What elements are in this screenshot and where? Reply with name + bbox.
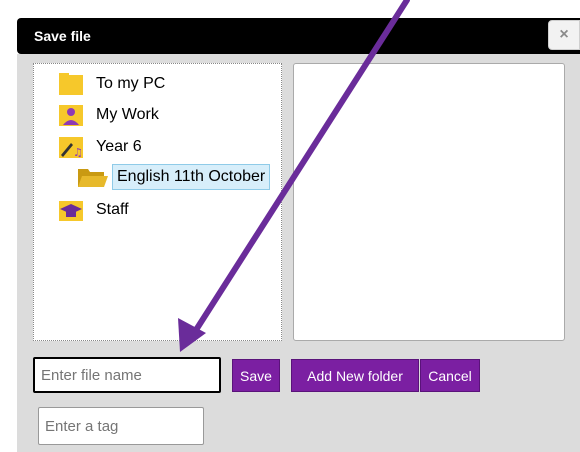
dialog-titlebar: Save file: [17, 18, 580, 54]
tree-item-label: English 11th October: [112, 164, 271, 190]
file-name-input[interactable]: [33, 357, 221, 393]
tree-item-staff[interactable]: Staff: [58, 196, 129, 224]
tree-item-label: To my PC: [96, 75, 166, 92]
tree-item-to-my-pc[interactable]: To my PC: [58, 70, 165, 98]
tree-item-label: Staff: [96, 201, 129, 218]
tree-item-my-work[interactable]: My Work: [58, 101, 159, 129]
tree-item-label: My Work: [96, 106, 159, 123]
add-new-folder-button[interactable]: Add New folder: [291, 359, 419, 392]
graduation-cap-folder-icon: [58, 198, 84, 222]
file-list-pane[interactable]: [293, 63, 565, 341]
user-folder-icon: [58, 103, 84, 127]
tree-item-label: Year 6: [96, 138, 142, 155]
tag-input[interactable]: [38, 407, 204, 445]
open-folder-icon: [76, 165, 108, 189]
folder-tree[interactable]: To my PC My Work ♫ Year 6 English 11th O…: [33, 63, 282, 341]
save-button[interactable]: Save: [232, 359, 280, 392]
folder-icon: [58, 72, 84, 96]
close-button[interactable]: ×: [548, 20, 580, 50]
music-folder-icon: ♫: [58, 135, 84, 159]
save-file-dialog: Save file × To my PC My Work ♫ Year 6 En…: [0, 0, 580, 452]
tree-item-year-6[interactable]: ♫ Year 6: [58, 133, 142, 161]
close-icon: ×: [559, 26, 569, 43]
tree-item-english-11th-october[interactable]: English 11th October: [76, 163, 271, 191]
dialog-title: Save file: [34, 28, 91, 44]
svg-text:♫: ♫: [73, 146, 83, 159]
cancel-button[interactable]: Cancel: [420, 359, 480, 392]
